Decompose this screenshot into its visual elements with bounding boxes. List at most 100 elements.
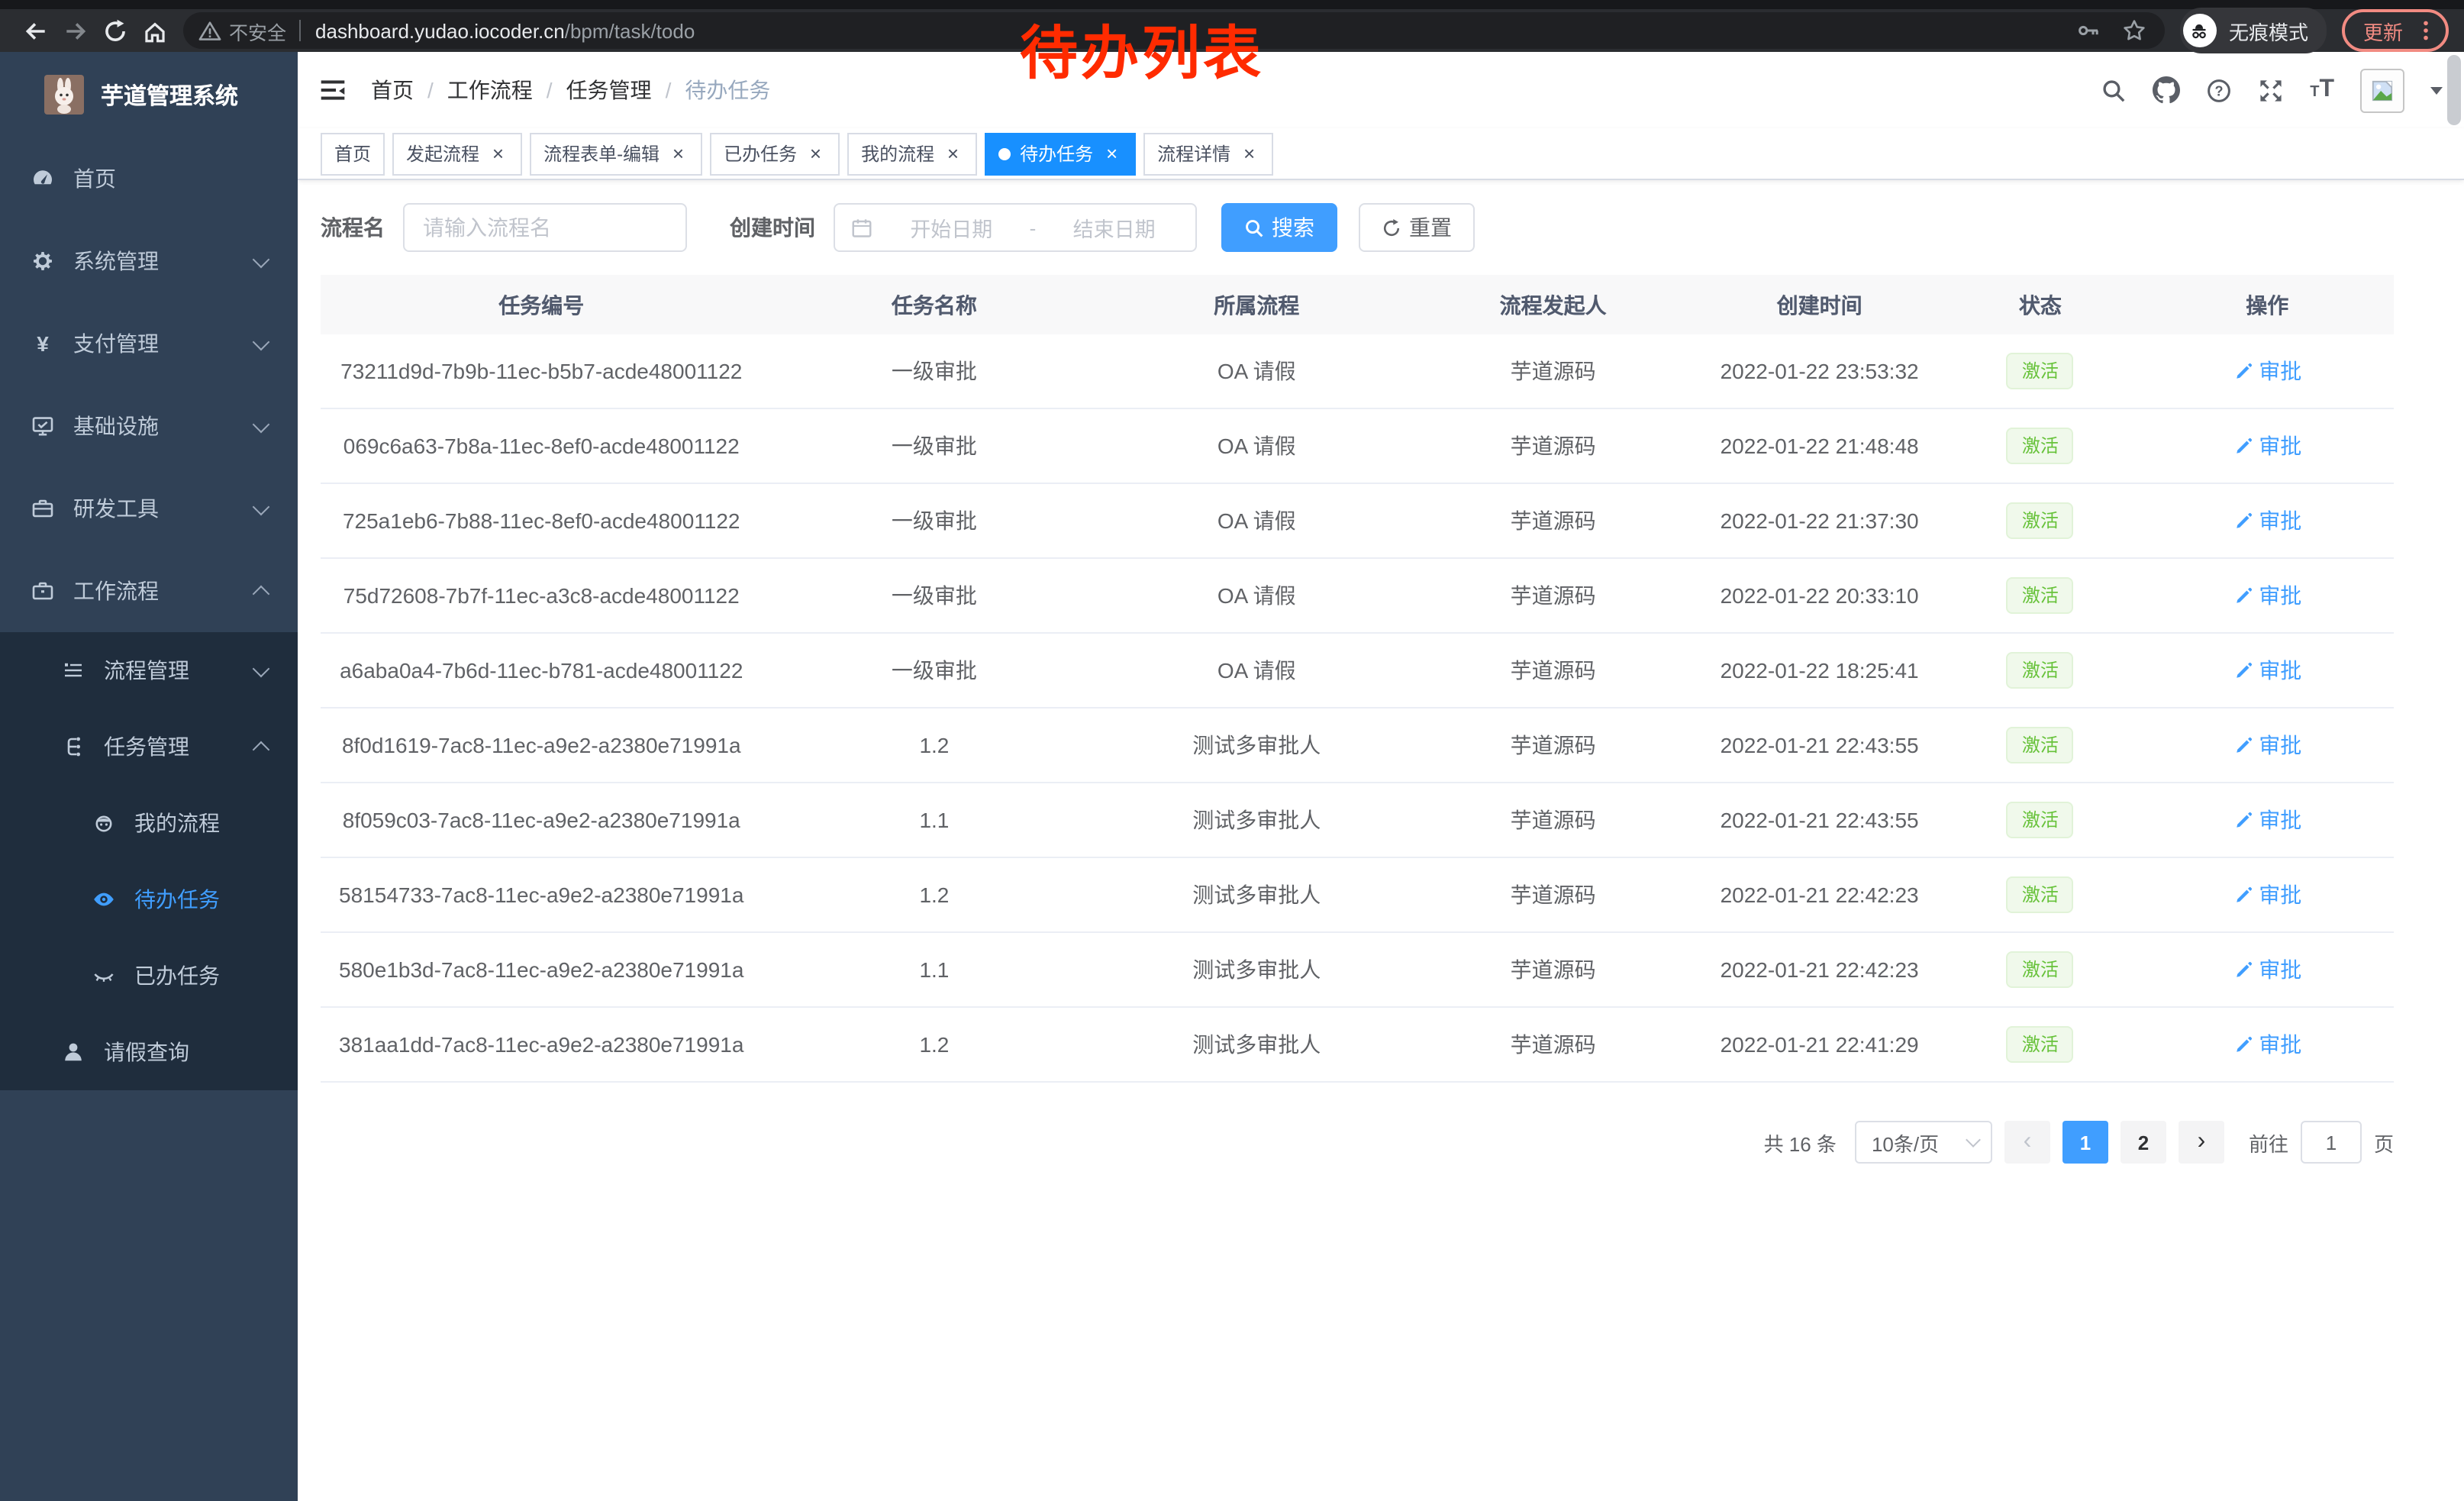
chevron-up-icon: [253, 741, 270, 758]
tab-close-icon[interactable]: ×: [1101, 143, 1122, 164]
filter-form: 流程名 创建时间 开始日期 - 结束日期 搜索 重置: [321, 203, 2394, 252]
cell-status: 激活: [1940, 652, 2140, 689]
date-range-picker[interactable]: 开始日期 - 结束日期: [834, 203, 1197, 252]
browser-update-button[interactable]: 更新: [2342, 9, 2449, 52]
next-page-button[interactable]: ›: [2179, 1121, 2224, 1164]
sidebar-item-todo-tasks[interactable]: 待办任务: [0, 861, 298, 938]
sidebar-item-system-management[interactable]: 系统管理: [0, 220, 298, 302]
tab-close-icon[interactable]: ×: [805, 143, 826, 164]
reset-button[interactable]: 重置: [1359, 203, 1475, 252]
cell-status: 激活: [1940, 353, 2140, 389]
sidebar-item-leave-query[interactable]: 请假查询: [0, 1014, 298, 1090]
avatar-dropdown-caret-icon[interactable]: [2430, 86, 2443, 94]
app-title: 芋道管理系统: [101, 79, 238, 111]
incognito-badge: 无痕模式: [2180, 8, 2327, 53]
approve-link[interactable]: 审批: [2233, 1029, 2301, 1060]
page-button-1[interactable]: 1: [2062, 1121, 2108, 1164]
browser-forward-icon[interactable]: [55, 11, 95, 50]
approve-link[interactable]: 审批: [2233, 880, 2301, 910]
sidebar-item-task-management[interactable]: 任务管理: [0, 709, 298, 785]
status-badge: 激活: [2007, 502, 2074, 539]
sidebar-item-label: 已办任务: [134, 960, 220, 991]
tab-已办任务[interactable]: 已办任务×: [710, 132, 840, 175]
sidebar-item-infrastructure[interactable]: 基础设施: [0, 385, 298, 467]
person-icon: [61, 1040, 85, 1064]
breadcrumb-home[interactable]: 首页: [371, 75, 414, 105]
top-navbar: 首页 / 工作流程 / 任务管理 / 待办任务 ? TT: [298, 52, 2464, 128]
tab-流程详情[interactable]: 流程详情×: [1143, 132, 1273, 175]
approve-link-label: 审批: [2259, 954, 2301, 985]
sidebar-item-label: 支付管理: [73, 328, 159, 359]
table-row: 725a1eb6-7b88-11ec-8ef0-acde48001122一级审批…: [321, 484, 2394, 559]
tab-流程表单-编辑[interactable]: 流程表单-编辑×: [530, 132, 702, 175]
page-size-select[interactable]: 10条/页: [1855, 1121, 1992, 1164]
flow-icon: [61, 734, 85, 759]
tab-close-icon[interactable]: ×: [667, 143, 689, 164]
sidebar-item-home[interactable]: 首页: [0, 137, 298, 220]
url-divider: [298, 20, 300, 41]
sidebar-item-workflow[interactable]: 工作流程: [0, 550, 298, 632]
sidebar-item-process-management[interactable]: 流程管理: [0, 632, 298, 709]
breadcrumb-workflow[interactable]: 工作流程: [447, 75, 533, 105]
page-button-2[interactable]: 2: [2121, 1121, 2166, 1164]
monitor-icon: [31, 414, 55, 438]
goto-label: 前往: [2249, 1128, 2288, 1157]
font-size-icon[interactable]: TT: [2310, 78, 2334, 102]
status-badge: 激活: [2007, 951, 2074, 988]
sidebar-item-my-process[interactable]: 我的流程: [0, 785, 298, 861]
github-icon[interactable]: [2153, 76, 2180, 104]
process-name-input[interactable]: [403, 203, 687, 252]
goto-page-input[interactable]: [2301, 1121, 2362, 1164]
password-key-icon[interactable]: [2076, 18, 2101, 43]
tab-我的流程[interactable]: 我的流程×: [847, 132, 977, 175]
table-row: 8f059c03-7ac8-11ec-a9e2-a2380e71991a1.1测…: [321, 783, 2394, 858]
table-row: 58154733-7ac8-11ec-a9e2-a2380e71991a1.2测…: [321, 858, 2394, 933]
cell-process: 测试多审批人: [1106, 730, 1407, 760]
sidebar-item-dev-tools[interactable]: 研发工具: [0, 467, 298, 550]
avatar[interactable]: [2360, 68, 2404, 112]
sidebar-item-done-tasks[interactable]: 已办任务: [0, 938, 298, 1014]
start-date-placeholder: 开始日期: [885, 212, 1018, 243]
sidebar-item-payment-management[interactable]: ¥ 支付管理: [0, 302, 298, 385]
column-header-status: 状态: [1940, 289, 2140, 320]
approve-link[interactable]: 审批: [2233, 655, 2301, 686]
approve-link[interactable]: 审批: [2233, 580, 2301, 611]
search-button[interactable]: 搜索: [1221, 203, 1337, 252]
cell-create-time: 2022-01-22 23:53:32: [1699, 359, 1940, 383]
cell-task-id: 8f0d1619-7ac8-11ec-a9e2-a2380e71991a: [321, 733, 763, 757]
tab-发起流程[interactable]: 发起流程×: [392, 132, 522, 175]
cell-starter: 芋道源码: [1407, 1029, 1699, 1060]
bookmark-star-icon[interactable]: [2122, 18, 2146, 43]
page-scrollbar-thumb[interactable]: [2447, 55, 2461, 125]
approve-link[interactable]: 审批: [2233, 431, 2301, 461]
breadcrumb-task-management[interactable]: 任务管理: [566, 75, 652, 105]
sidebar-collapse-icon[interactable]: [319, 76, 347, 104]
prev-page-button[interactable]: ‹: [2004, 1121, 2050, 1164]
browser-menu-dots-icon[interactable]: [2415, 18, 2437, 43]
tab-待办任务[interactable]: 待办任务×: [985, 132, 1136, 175]
browser-back-icon[interactable]: [15, 11, 55, 50]
approve-link[interactable]: 审批: [2233, 730, 2301, 760]
fullscreen-icon[interactable]: [2258, 77, 2284, 103]
approve-link[interactable]: 审批: [2233, 356, 2301, 386]
cell-task-name: 1.1: [763, 808, 1107, 832]
search-icon[interactable]: [2101, 77, 2127, 103]
tab-首页[interactable]: 首页: [321, 132, 385, 175]
approve-link-label: 审批: [2259, 880, 2301, 910]
approve-link[interactable]: 审批: [2233, 954, 2301, 985]
approve-link[interactable]: 审批: [2233, 505, 2301, 536]
insecure-label: 不安全: [229, 16, 286, 45]
tab-close-icon[interactable]: ×: [942, 143, 963, 164]
browser-home-icon[interactable]: [134, 11, 174, 50]
cell-task-id: 725a1eb6-7b88-11ec-8ef0-acde48001122: [321, 508, 763, 533]
url-host: dashboard.yudao.iocoder.cn: [315, 19, 565, 42]
help-icon[interactable]: ?: [2206, 77, 2232, 103]
tab-close-icon[interactable]: ×: [487, 143, 508, 164]
approve-link-label: 审批: [2259, 505, 2301, 536]
cell-task-id: 75d72608-7b7f-11ec-a3c8-acde48001122: [321, 583, 763, 608]
app-logo-bunny-image: [44, 75, 84, 115]
tab-close-icon[interactable]: ×: [1238, 143, 1259, 164]
approve-link[interactable]: 审批: [2233, 805, 2301, 835]
cell-task-name: 1.2: [763, 883, 1107, 907]
browser-reload-icon[interactable]: [95, 11, 134, 50]
